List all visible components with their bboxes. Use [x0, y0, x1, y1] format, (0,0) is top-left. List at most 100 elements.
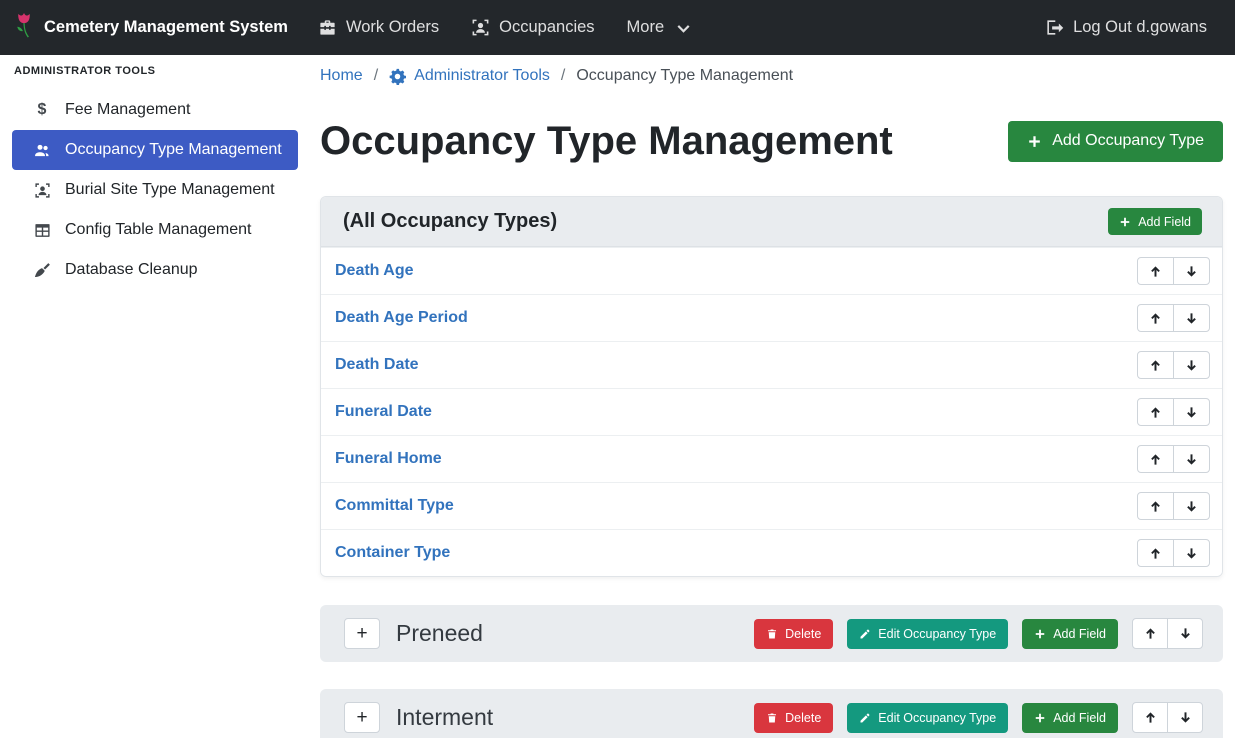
- sidebar-item-fee-management[interactable]: $ Fee Management: [12, 90, 298, 130]
- plus-icon: [1119, 216, 1131, 228]
- reorder-buttons: [1137, 539, 1210, 567]
- plus-icon: [1027, 134, 1042, 149]
- add-field-label: Add Field: [1053, 711, 1106, 725]
- trash-icon: [766, 712, 778, 724]
- field-link-committal-type[interactable]: Committal Type: [335, 497, 454, 515]
- delete-label: Delete: [785, 627, 821, 641]
- move-up-button[interactable]: [1137, 398, 1174, 426]
- field-link-death-age-period[interactable]: Death Age Period: [335, 309, 468, 327]
- move-down-button[interactable]: [1173, 539, 1210, 567]
- move-up-button[interactable]: [1132, 702, 1168, 733]
- move-down-button[interactable]: [1173, 445, 1210, 473]
- sidebar-item-label: Config Table Management: [65, 221, 252, 239]
- field-row: Death Age Period: [321, 294, 1222, 341]
- reorder-buttons: [1137, 304, 1210, 332]
- field-row: Funeral Date: [321, 388, 1222, 435]
- title-row: Occupancy Type Management Add Occupancy …: [320, 114, 1223, 168]
- reorder-buttons: [1137, 398, 1210, 426]
- edit-occupancy-type-button[interactable]: Edit Occupancy Type: [847, 703, 1008, 733]
- arrow-up-icon: [1149, 359, 1162, 372]
- logout-link[interactable]: Log Out d.gowans: [1029, 18, 1223, 37]
- reorder-buttons: [1132, 702, 1203, 733]
- arrow-down-icon: [1179, 711, 1192, 724]
- edit-occupancy-type-label: Edit Occupancy Type: [878, 627, 996, 641]
- expand-button[interactable]: +: [344, 702, 380, 733]
- breadcrumb-separator: /: [561, 67, 565, 85]
- move-down-button[interactable]: [1167, 702, 1203, 733]
- move-down-button[interactable]: [1173, 257, 1210, 285]
- breadcrumb: Home / Administrator Tools / Occupancy T…: [320, 64, 1223, 88]
- users-icon: [32, 142, 52, 159]
- move-down-button[interactable]: [1167, 618, 1203, 649]
- add-field-button[interactable]: Add Field: [1022, 703, 1118, 733]
- arrow-up-icon: [1149, 547, 1162, 560]
- move-down-button[interactable]: [1173, 398, 1210, 426]
- add-occupancy-type-label: Add Occupancy Type: [1052, 132, 1204, 150]
- breadcrumb-admin-tools-label: Administrator Tools: [414, 67, 550, 85]
- brand-link[interactable]: Cemetery Management System: [14, 13, 288, 42]
- edit-occupancy-type-button[interactable]: Edit Occupancy Type: [847, 619, 1008, 649]
- add-field-button[interactable]: Add Field: [1108, 208, 1202, 235]
- sidebar-heading: ADMINISTRATOR TOOLS: [12, 65, 300, 77]
- field-row: Container Type: [321, 529, 1222, 576]
- section-actions: Delete Edit Occupancy Type Add Field: [754, 702, 1203, 733]
- move-up-button[interactable]: [1137, 445, 1174, 473]
- breadcrumb-admin-tools[interactable]: Administrator Tools: [389, 67, 550, 85]
- arrow-down-icon: [1185, 359, 1198, 372]
- edit-occupancy-type-label: Edit Occupancy Type: [878, 711, 996, 725]
- nav-work-orders-label: Work Orders: [346, 18, 439, 37]
- toolbox-icon: [318, 18, 337, 37]
- delete-button[interactable]: Delete: [754, 619, 833, 649]
- nav-occupancies[interactable]: Occupancies: [455, 18, 610, 37]
- all-occupancy-types-card: (All Occupancy Types) Add Field Death Ag…: [320, 196, 1223, 577]
- sidebar-item-label: Database Cleanup: [65, 261, 198, 279]
- logout-label: Log Out d.gowans: [1073, 18, 1207, 37]
- arrow-up-icon: [1144, 627, 1157, 640]
- move-down-button[interactable]: [1173, 351, 1210, 379]
- field-link-death-date[interactable]: Death Date: [335, 356, 419, 374]
- expand-button[interactable]: +: [344, 618, 380, 649]
- move-down-button[interactable]: [1173, 304, 1210, 332]
- move-up-button[interactable]: [1132, 618, 1168, 649]
- arrow-down-icon: [1185, 312, 1198, 325]
- pencil-icon: [859, 628, 871, 640]
- field-link-container-type[interactable]: Container Type: [335, 544, 450, 562]
- reorder-buttons: [1137, 445, 1210, 473]
- field-link-death-age[interactable]: Death Age: [335, 262, 414, 280]
- field-link-funeral-date[interactable]: Funeral Date: [335, 403, 432, 421]
- breadcrumb-current: Occupancy Type Management: [576, 67, 793, 85]
- brand-title: Cemetery Management System: [44, 18, 288, 37]
- sidebar-item-occupancy-type-management[interactable]: Occupancy Type Management: [12, 130, 298, 170]
- section-name: Preneed: [396, 620, 483, 647]
- sidebar-item-burial-site-type-management[interactable]: Burial Site Type Management: [12, 170, 298, 210]
- sidebar-item-label: Occupancy Type Management: [65, 141, 282, 159]
- sidebar-item-database-cleanup[interactable]: Database Cleanup: [12, 250, 298, 290]
- nav-work-orders[interactable]: Work Orders: [302, 18, 455, 37]
- section-actions: Delete Edit Occupancy Type Add Field: [754, 618, 1203, 649]
- add-occupancy-type-button[interactable]: Add Occupancy Type: [1008, 121, 1223, 162]
- move-up-button[interactable]: [1137, 304, 1174, 332]
- sidebar-item-config-table-management[interactable]: Config Table Management: [12, 210, 298, 250]
- move-up-button[interactable]: [1137, 539, 1174, 567]
- move-up-button[interactable]: [1137, 492, 1174, 520]
- nav-more-label: More: [627, 18, 665, 37]
- move-up-button[interactable]: [1137, 351, 1174, 379]
- add-field-button[interactable]: Add Field: [1022, 619, 1118, 649]
- breadcrumb-home[interactable]: Home: [320, 67, 363, 85]
- sidebar-item-label: Burial Site Type Management: [65, 181, 275, 199]
- move-up-button[interactable]: [1137, 257, 1174, 285]
- nav-more[interactable]: More: [611, 18, 709, 38]
- person-box-icon: [471, 18, 490, 37]
- field-row: Committal Type: [321, 482, 1222, 529]
- move-down-button[interactable]: [1173, 492, 1210, 520]
- top-navbar: Cemetery Management System Work Orders O…: [0, 0, 1235, 55]
- delete-label: Delete: [785, 711, 821, 725]
- all-occupancy-types-header: (All Occupancy Types) Add Field: [321, 197, 1222, 247]
- nav-occupancies-label: Occupancies: [499, 18, 594, 37]
- plus-icon: [1034, 628, 1046, 640]
- logout-icon: [1045, 18, 1064, 37]
- dollar-icon: $: [32, 101, 52, 119]
- add-field-label: Add Field: [1138, 215, 1191, 229]
- field-link-funeral-home[interactable]: Funeral Home: [335, 450, 442, 468]
- delete-button[interactable]: Delete: [754, 703, 833, 733]
